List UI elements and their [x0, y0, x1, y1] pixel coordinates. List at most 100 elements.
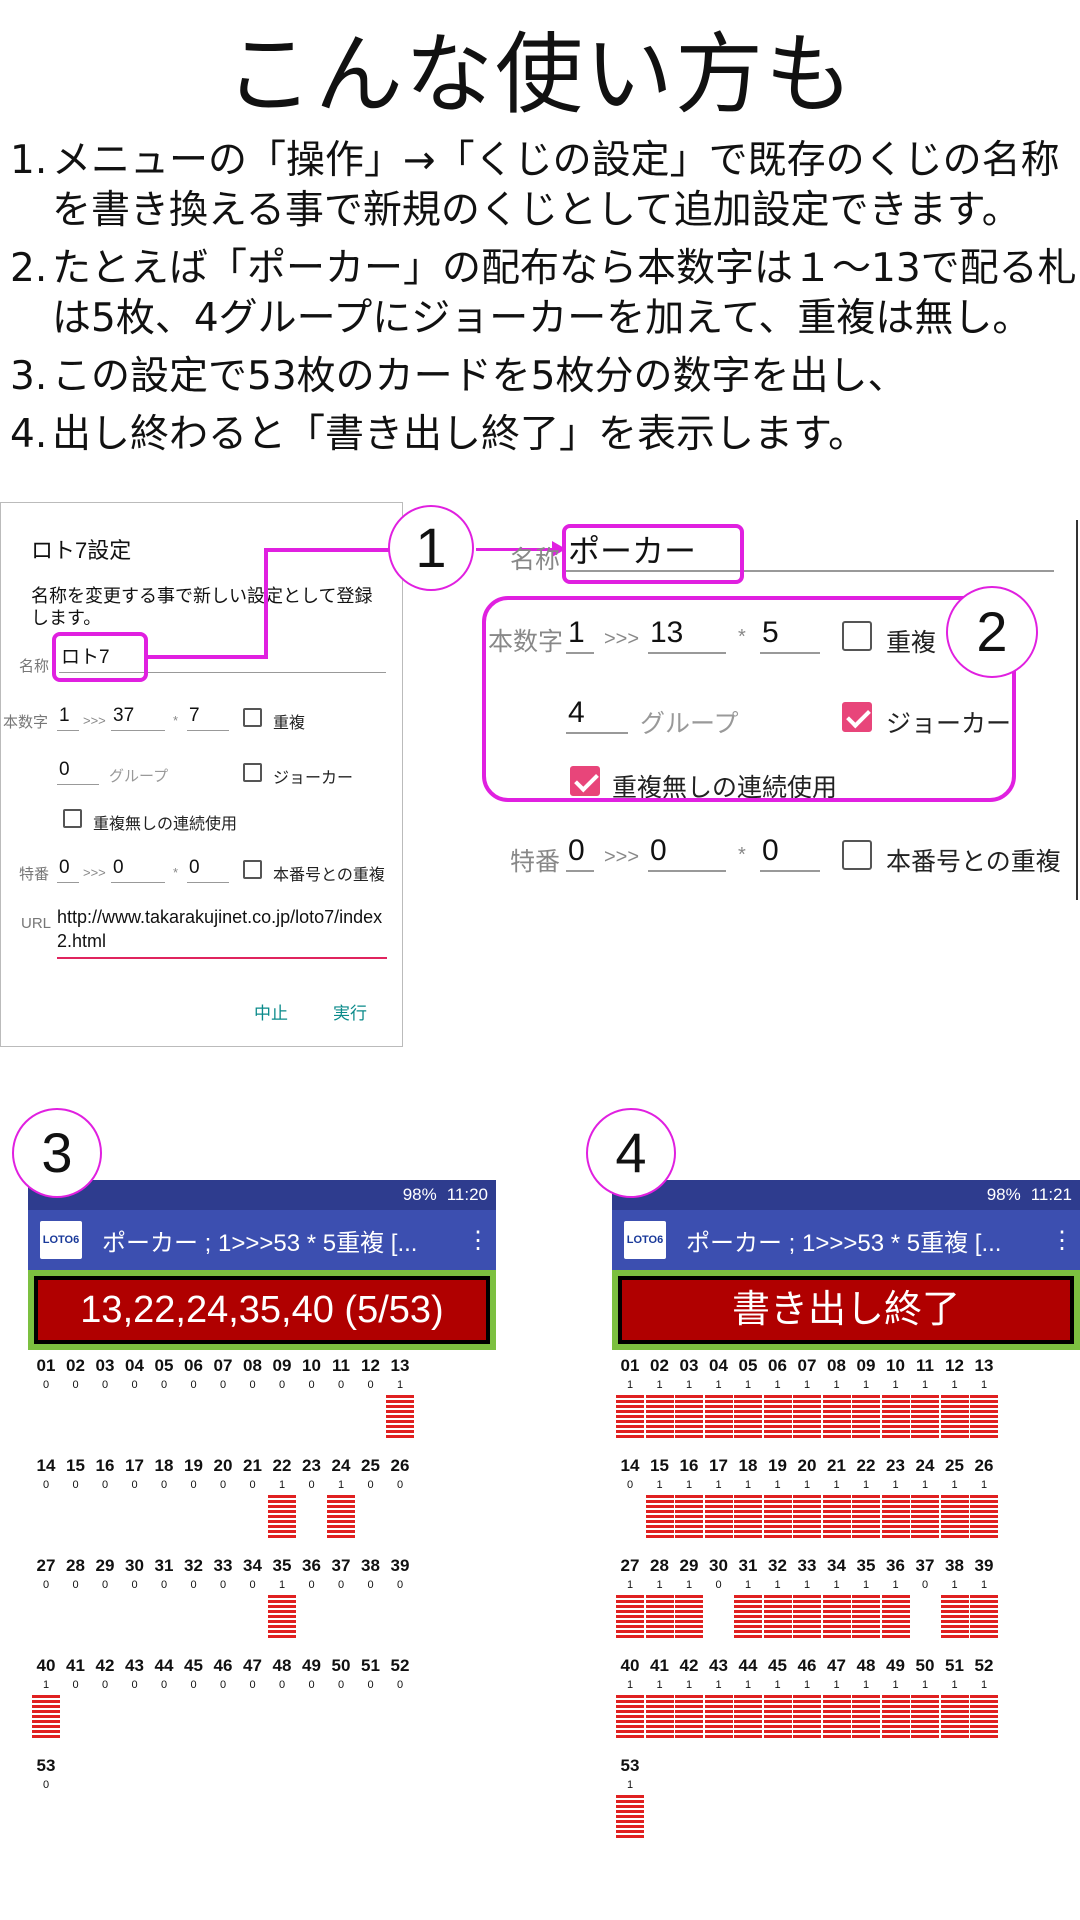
- number-cell: 01 0: [31, 1356, 61, 1393]
- number-cell: 04 1: [704, 1356, 734, 1439]
- count-label: 1: [774, 1379, 781, 1391]
- count-label: 0: [921, 1579, 929, 1591]
- number-cell: 29 0: [90, 1556, 120, 1593]
- count-label: 1: [685, 1379, 693, 1391]
- count-bar: [822, 1695, 851, 1739]
- count-bar: [675, 1495, 703, 1539]
- number-label: 27: [620, 1556, 640, 1575]
- count-label: 0: [101, 1379, 109, 1391]
- special-dup-checkbox[interactable]: [243, 860, 262, 879]
- count-label: 1: [278, 1479, 286, 1491]
- number-cell: 50 1: [910, 1656, 940, 1739]
- number-label: 41: [650, 1656, 669, 1675]
- settings-group-highlight: [482, 596, 1016, 802]
- count-label: 0: [219, 1479, 227, 1491]
- special-from-field[interactable]: 0: [566, 832, 594, 872]
- step-number: 1.: [10, 138, 48, 183]
- count-label: 1: [626, 1379, 634, 1391]
- number-cell: 25 1: [940, 1456, 970, 1539]
- number-label: 43: [709, 1656, 728, 1675]
- run-button[interactable]: 実行: [333, 999, 367, 1024]
- special-from-field[interactable]: 0: [57, 855, 79, 883]
- special-dup-checkbox[interactable]: [842, 840, 872, 870]
- main-count-field[interactable]: 7: [187, 703, 229, 731]
- number-cell: 39 1: [969, 1556, 999, 1639]
- count-label: 1: [656, 1479, 663, 1491]
- number-label: 30: [709, 1556, 728, 1575]
- step-3: 3. この設定で53枚のカードを5枚分の数字を出し、: [10, 352, 1078, 402]
- times-separator: *: [173, 713, 179, 728]
- count-bar: [881, 1595, 910, 1639]
- number-label: 38: [361, 1556, 380, 1575]
- count-label: 0: [190, 1579, 197, 1591]
- number-label: 39: [390, 1556, 410, 1575]
- count-bar: [852, 1595, 880, 1639]
- number-label: 05: [154, 1356, 174, 1375]
- range-separator: >>>: [604, 846, 640, 868]
- count-bar: [822, 1595, 851, 1639]
- count-label: 0: [42, 1579, 50, 1591]
- count-label: 1: [803, 1379, 811, 1391]
- number-label: 28: [66, 1556, 85, 1575]
- number-cell: 23 1: [881, 1456, 911, 1539]
- count-bar: [793, 1595, 821, 1639]
- count-label: 0: [396, 1479, 404, 1491]
- number-cell: 19 1: [763, 1456, 793, 1539]
- number-label: 22: [856, 1456, 876, 1475]
- main-from-field[interactable]: 1: [57, 703, 79, 731]
- number-cell: 09 0: [267, 1356, 297, 1393]
- count-label: 1: [921, 1379, 929, 1391]
- number-cell: 03 0: [90, 1356, 120, 1393]
- count-label: 0: [72, 1479, 79, 1491]
- number-label: 17: [709, 1456, 728, 1475]
- main-to-field[interactable]: 37: [111, 703, 165, 731]
- count-label: 1: [892, 1679, 899, 1691]
- count-label: 1: [774, 1679, 781, 1691]
- count-bar: [645, 1395, 674, 1439]
- number-cell: 13 1: [385, 1356, 415, 1439]
- number-cell: 35 1: [851, 1556, 881, 1639]
- count-label: 0: [190, 1379, 197, 1391]
- count-label: 1: [980, 1379, 988, 1391]
- count-label: 0: [160, 1379, 168, 1391]
- count-label: 1: [862, 1479, 870, 1491]
- overflow-menu-icon[interactable]: ⋮: [460, 1226, 496, 1255]
- joker-checkbox[interactable]: [243, 763, 262, 782]
- overflow-menu-icon[interactable]: ⋮: [1044, 1226, 1080, 1255]
- nodup-checkbox[interactable]: [63, 809, 82, 828]
- number-cell: 01 1: [615, 1356, 645, 1439]
- count-bar: [268, 1595, 296, 1639]
- number-cell: 37 0: [326, 1556, 356, 1593]
- count-label: 0: [42, 1379, 50, 1391]
- special-to-field[interactable]: 0: [648, 832, 726, 872]
- number-cell: 14 0: [615, 1456, 645, 1493]
- url-field[interactable]: http://www.takarakujinet.co.jp/loto7/ind…: [57, 905, 387, 959]
- number-cell: 20 1: [792, 1456, 822, 1539]
- app-bar: LOTO6 ポーカー ; 1>>>53 * 5重複 [... ⋮: [612, 1210, 1080, 1270]
- result-display[interactable]: 書き出し終了: [618, 1276, 1074, 1344]
- count-bar: [970, 1695, 998, 1739]
- special-count-field[interactable]: 0: [760, 832, 820, 872]
- count-label: 1: [980, 1679, 988, 1691]
- number-label: 19: [184, 1456, 203, 1475]
- count-label: 1: [980, 1579, 988, 1591]
- number-grid: 01 0 02 0 03 0 04 0 05 0 06 0 07 0 08 0 09 0 10 0 11 0 12 0 13 1 1…: [28, 1350, 496, 1910]
- count-label: 0: [367, 1479, 374, 1491]
- cancel-button[interactable]: 中止: [254, 999, 288, 1024]
- settings-dialog: ロト7設定 名称を変更する事で新しい設定として登録します。 名称 ロト7 本数字…: [0, 502, 403, 1047]
- number-label: 06: [768, 1356, 787, 1375]
- number-label: 39: [974, 1556, 994, 1575]
- number-label: 15: [650, 1456, 669, 1475]
- dup-checkbox[interactable]: [243, 708, 262, 727]
- number-label: 37: [331, 1556, 351, 1575]
- step-4: 4. 出し終わると「書き出し終了」を表示します。: [10, 410, 1078, 460]
- count-label: 1: [42, 1679, 50, 1691]
- number-label: 46: [797, 1656, 817, 1675]
- special-count-field[interactable]: 0: [187, 855, 229, 883]
- group-field[interactable]: 0: [57, 757, 99, 785]
- result-display[interactable]: 13,22,24,35,40 (5/53): [34, 1276, 490, 1344]
- count-label: 0: [249, 1479, 256, 1491]
- number-label: 26: [390, 1456, 410, 1475]
- number-cell: 13 1: [969, 1356, 999, 1439]
- special-to-field[interactable]: 0: [111, 855, 165, 883]
